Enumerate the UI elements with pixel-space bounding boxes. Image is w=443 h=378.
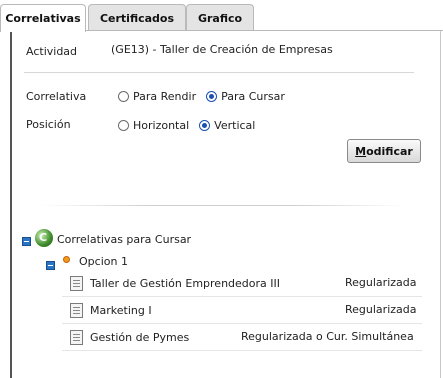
correlativa-radio-group: Para Rendir Para Cursar — [118, 90, 295, 103]
panel-right-border — [440, 31, 441, 378]
modificar-mnemonic: M — [355, 144, 367, 158]
collapse-root-icon[interactable] — [22, 237, 31, 246]
radio-vertical-label[interactable]: Vertical — [214, 119, 255, 132]
radio-horizontal[interactable] — [118, 120, 129, 131]
radio-para-cursar-label[interactable]: Para Cursar — [221, 90, 285, 103]
tree-item-status: Regularizada — [345, 303, 417, 316]
document-icon — [70, 276, 83, 291]
divider — [24, 72, 414, 73]
radio-vertical[interactable] — [199, 120, 211, 131]
correlativas-root-icon — [35, 229, 53, 247]
tree-option-label[interactable]: Opcion 1 — [79, 255, 128, 268]
radio-horizontal-label[interactable]: Horizontal — [133, 119, 189, 132]
tab-correlativas[interactable]: Correlativas — [0, 4, 86, 32]
actividad-value: (GE13) - Taller de Creación de Empresas — [111, 43, 333, 56]
tab-certificados[interactable]: Certificados — [88, 4, 186, 31]
tree-root-label[interactable]: Correlativas para Cursar — [57, 233, 191, 246]
document-icon — [70, 303, 83, 318]
radio-para-cursar[interactable] — [206, 91, 218, 102]
divider — [62, 350, 422, 351]
tree-item-status: Regularizada — [345, 276, 417, 289]
tree-item-name[interactable]: Gestión de Pymes — [90, 331, 189, 344]
posicion-label: Posición — [26, 118, 71, 131]
divider — [62, 323, 422, 324]
divider — [62, 296, 422, 297]
tree-item-status: Regularizada o Cur. Simultánea — [241, 330, 414, 343]
tree-item-name[interactable]: Marketing I — [90, 304, 152, 317]
radio-para-rendir[interactable] — [118, 91, 129, 102]
modificar-label: odificar — [366, 144, 413, 158]
posicion-radio-group: Horizontal Vertical — [118, 119, 265, 132]
option-bullet-icon — [63, 256, 70, 263]
tree-item-name[interactable]: Taller de Gestión Emprendedora III — [90, 277, 280, 290]
actividad-label: Actividad — [26, 45, 78, 58]
document-icon — [70, 330, 83, 345]
correlativa-label: Correlativa — [26, 90, 87, 103]
panel-left-border — [10, 31, 12, 378]
radio-para-rendir-label[interactable]: Para Rendir — [133, 90, 196, 103]
tab-bar: Correlativas Certificados Grafico — [0, 0, 443, 32]
collapse-option-icon[interactable] — [46, 261, 55, 270]
tab-grafico[interactable]: Grafico — [186, 4, 254, 31]
section-divider — [40, 205, 405, 206]
modificar-button[interactable]: Modificar — [347, 139, 421, 163]
